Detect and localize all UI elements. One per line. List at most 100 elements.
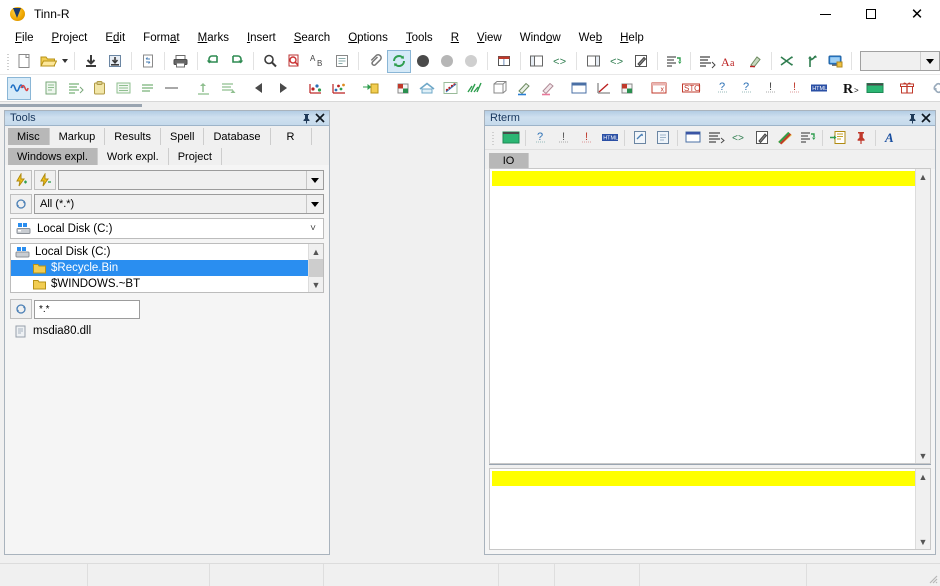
path-combo[interactable] (58, 170, 324, 190)
chevron-down-icon[interactable] (306, 195, 323, 213)
tree-vertical-scrollbar[interactable]: ▲ ▼ (308, 244, 323, 292)
open-dropdown-caret-icon[interactable] (60, 50, 70, 73)
minus-line-icon[interactable] (159, 77, 183, 100)
terminal-green-icon[interactable] (863, 77, 887, 100)
save-file-icon[interactable] (79, 50, 103, 73)
menu-r[interactable]: R (442, 30, 468, 46)
scroll-track[interactable] (309, 259, 323, 277)
tab-misc[interactable]: Misc (8, 128, 50, 145)
lightning-add-icon[interactable] (10, 170, 32, 190)
refresh-icon[interactable] (10, 299, 32, 319)
html-icon[interactable]: HTML (807, 77, 831, 100)
close-icon[interactable] (919, 112, 932, 125)
file-list[interactable]: msdia80.dll (10, 322, 324, 339)
menu-web[interactable]: Web (570, 30, 611, 46)
package-in-icon[interactable] (391, 77, 415, 100)
bullet-dark-icon[interactable] (411, 50, 435, 73)
shuffle-icon[interactable] (775, 50, 799, 73)
directory-tree[interactable]: Local Disk (C:) $Recycle.Bin $WINDOWS.~B… (10, 243, 324, 293)
scroll-track[interactable] (916, 484, 930, 534)
prev-arrow-icon[interactable] (247, 77, 271, 100)
subtab-work-expl[interactable]: Work expl. (97, 148, 169, 165)
list-item[interactable]: msdia80.dll (10, 323, 324, 339)
tab-markup[interactable]: Markup (49, 128, 106, 145)
toolbar-grip[interactable] (5, 51, 11, 71)
document-lines-icon[interactable] (63, 77, 87, 100)
export-doc-icon[interactable] (628, 127, 651, 148)
menu-tools[interactable]: Tools (397, 30, 442, 46)
menu-options[interactable]: Options (339, 30, 397, 46)
scroll-down-icon[interactable]: ▼ (916, 448, 930, 463)
code-brackets-right-icon[interactable]: <> (605, 50, 629, 73)
toolbar-grip[interactable] (490, 130, 497, 145)
search-icon[interactable] (258, 50, 282, 73)
info-red-icon[interactable]: ! (575, 127, 598, 148)
rainbow-icon[interactable] (773, 127, 796, 148)
info-red-icon[interactable]: ! (783, 77, 807, 100)
font-a-icon[interactable]: A (879, 127, 902, 148)
maximize-button[interactable] (848, 0, 894, 28)
home-icon[interactable] (415, 77, 439, 100)
split-right-icon[interactable] (581, 50, 605, 73)
pencil-edit-icon[interactable] (629, 50, 653, 73)
menu-search[interactable]: Search (285, 30, 339, 46)
next-arrow-icon[interactable] (271, 77, 295, 100)
bullet-light-icon[interactable] (459, 50, 483, 73)
chevron-down-icon[interactable] (920, 52, 940, 70)
tab-io[interactable]: IO (489, 153, 529, 169)
scroll-up-icon[interactable]: ▲ (309, 244, 323, 259)
window-blank-icon[interactable] (567, 77, 591, 100)
send-up-icon[interactable] (191, 77, 215, 100)
pin-icon[interactable] (300, 112, 313, 125)
clipboard-icon[interactable] (87, 77, 111, 100)
lightning-remove-icon[interactable] (34, 170, 56, 190)
scroll-thumb[interactable] (309, 259, 323, 277)
scatter-plot-icon[interactable] (439, 77, 463, 100)
resize-grip[interactable] (926, 572, 938, 584)
cube-outline-icon[interactable] (487, 77, 511, 100)
info-gray-icon[interactable]: ! (552, 127, 575, 148)
terminal-green-icon[interactable] (499, 127, 522, 148)
undo-icon[interactable] (201, 50, 225, 73)
open-file-icon[interactable] (36, 50, 60, 73)
tab-database[interactable]: Database (204, 128, 271, 145)
pin-red-icon[interactable] (849, 127, 872, 148)
menu-edit[interactable]: Edit (96, 30, 134, 46)
console-input-pane[interactable]: ▲ ▼ (489, 468, 931, 550)
redo-icon[interactable] (225, 50, 249, 73)
stop-icon[interactable]: STOP (679, 77, 703, 100)
send-down-icon[interactable] (215, 77, 239, 100)
menu-insert[interactable]: Insert (238, 30, 285, 46)
refresh-icon[interactable] (10, 194, 32, 214)
code-brackets-left-icon[interactable]: <> (548, 50, 572, 73)
save-all-icon[interactable] (103, 50, 127, 73)
document-icon[interactable] (651, 127, 674, 148)
align-lines-icon[interactable] (704, 127, 727, 148)
toolbar-combo[interactable] (860, 51, 940, 71)
branch-icon[interactable] (799, 50, 823, 73)
gift-icon[interactable] (895, 77, 919, 100)
scroll-track[interactable] (916, 184, 930, 448)
tree-item-windows-bt[interactable]: $WINDOWS.~BT (11, 276, 308, 292)
document-green-icon[interactable] (39, 77, 63, 100)
console-output-pane[interactable]: ▲ ▼ (489, 168, 931, 464)
bullet-gray-icon[interactable] (435, 50, 459, 73)
tab-results[interactable]: Results (105, 128, 161, 145)
chevron-down-icon[interactable] (306, 171, 323, 189)
attach-clip-icon[interactable] (363, 50, 387, 73)
r-letter-icon[interactable]: R > (839, 77, 863, 100)
html-icon[interactable]: HTML (598, 127, 621, 148)
menu-marks[interactable]: Marks (189, 30, 238, 46)
minimize-button[interactable] (802, 0, 848, 28)
close-window-x-icon[interactable]: x (647, 77, 671, 100)
scroll-down-icon[interactable]: ▼ (916, 534, 930, 549)
menu-help[interactable]: Help (611, 30, 653, 46)
print-icon[interactable] (169, 50, 193, 73)
info-blue-icon[interactable]: ! (759, 77, 783, 100)
bar-lines-icon[interactable] (463, 77, 487, 100)
code-brackets-icon[interactable]: <> (727, 127, 750, 148)
scroll-up-icon[interactable]: ▲ (916, 169, 930, 184)
console-input-scrollbar[interactable]: ▲ ▼ (915, 469, 930, 549)
monitor-icon[interactable] (823, 50, 847, 73)
pencil-edit-icon[interactable] (750, 127, 773, 148)
